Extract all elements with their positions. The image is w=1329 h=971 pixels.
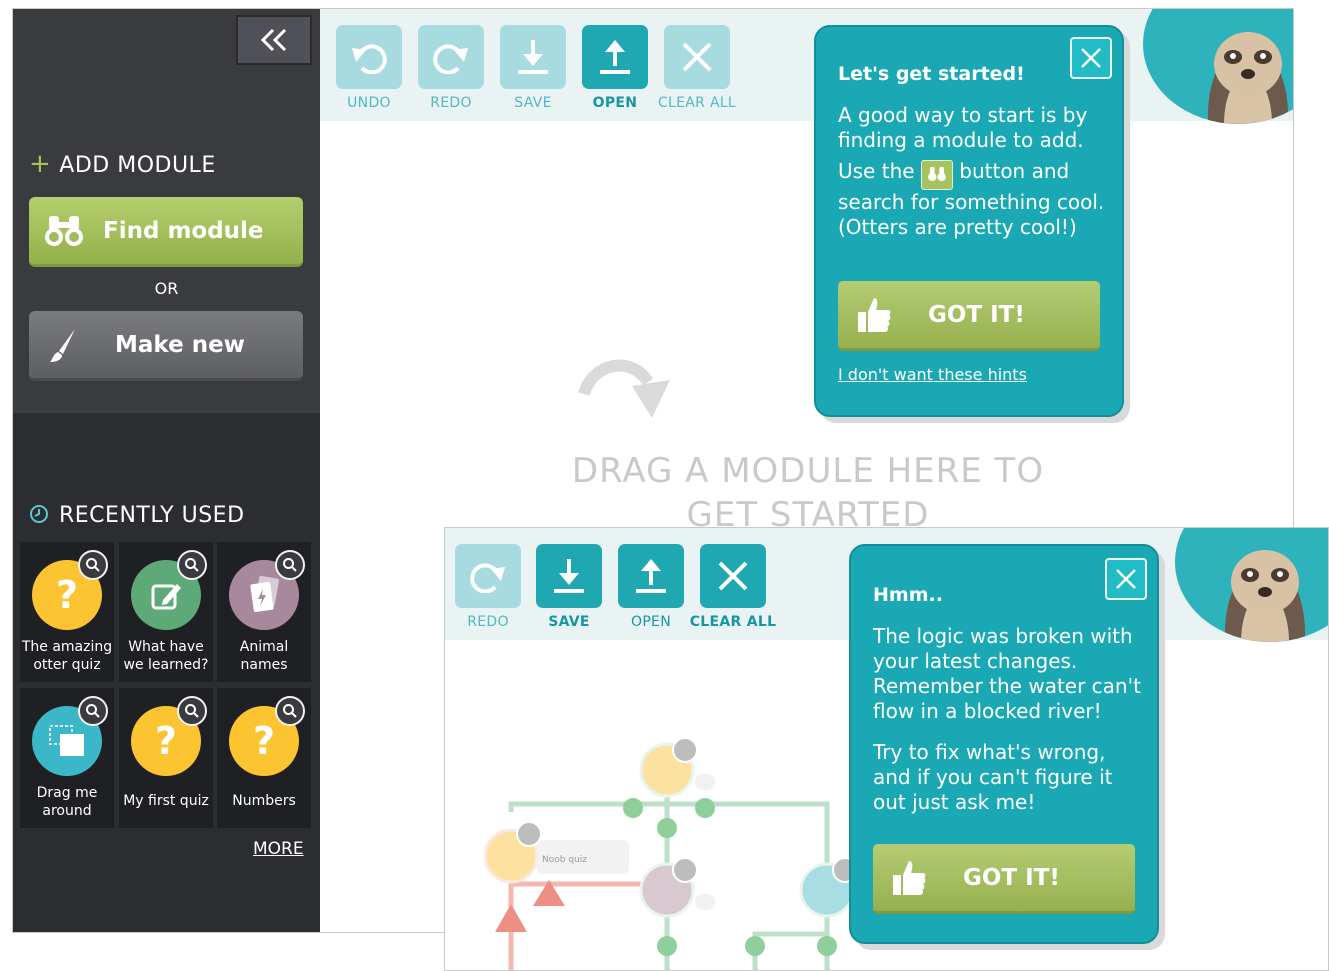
curved-arrow-icon [578,359,670,418]
recent-module-tile[interactable]: Drag me around [20,688,114,828]
dismiss-hints-link[interactable]: I don't want these hints [838,365,1027,384]
redo-label: REDO [430,95,472,111]
recently-used-heading: RECENTLY USED [29,503,245,528]
magnifier-icon[interactable] [275,550,305,580]
recent-module-tile[interactable]: ? The amazing otter quiz [20,542,114,682]
binoculars-icon [920,160,953,190]
open-button[interactable] [582,25,648,89]
magnifier-icon[interactable] [275,696,305,726]
add-module-heading: + ADD MODULE [29,149,216,179]
binoculars-icon [45,215,83,246]
redo-button[interactable] [418,25,484,89]
open-button[interactable] [618,544,684,608]
sidebar: + ADD MODULE Find module OR Make new REC… [13,9,320,932]
paintbrush-icon [50,328,75,362]
clear-all-label: CLEAR ALL [689,614,777,630]
thumbs-up-icon [893,860,926,895]
hint-title: Let's get started! [838,63,1025,85]
redo-icon [433,44,468,74]
recent-module-tile[interactable]: ? My first quiz [119,688,213,828]
clear-all-button[interactable] [700,544,766,608]
save-button[interactable] [500,25,566,89]
magnifier-icon[interactable] [177,696,207,726]
editor-window-secondary: REDO SAVE OPEN CLEAR ALL Noob quiz Hmm..… [444,527,1329,971]
recent-module-label: What have we learned? [123,639,209,673]
drop-zone-hint: DRAG A MODULE HERE TO GET STARTED [571,451,1045,535]
close-hint-button[interactable] [1070,37,1112,79]
thumbs-up-icon [858,297,891,332]
upload-icon [600,40,630,74]
or-label: OR [154,279,179,298]
save-label: SAVE [548,614,590,630]
more-link[interactable]: MORE [253,839,304,859]
clock-icon [30,505,48,523]
got-it-button[interactable]: GOT IT! [873,844,1135,914]
redo-button[interactable] [455,544,521,608]
hint-title: Hmm.. [873,584,943,606]
hint-popup: Let's get started! A good way to start i… [814,25,1124,417]
hint-popup: Hmm.. The logic was broken with your lat… [849,544,1159,944]
magnifier-icon[interactable] [78,550,108,580]
magnifier-icon[interactable] [177,550,207,580]
recent-module-label: Drag me around [36,785,98,819]
recent-module-label: Animal names [239,639,289,673]
logic-flow-diagram: Noob quiz [483,737,858,970]
make-new-label: Make new [115,331,245,358]
undo-label: UNDO [347,95,391,111]
recent-module-tile[interactable]: What have we learned? [119,542,213,682]
open-label: OPEN [592,95,638,111]
got-it-button[interactable]: GOT IT! [838,281,1100,351]
clear-all-button[interactable] [664,25,730,89]
recent-module-label: My first quiz [123,793,209,809]
magnifier-icon[interactable] [78,696,108,726]
save-button[interactable] [536,544,602,608]
close-hint-button[interactable] [1105,558,1147,600]
redo-icon [470,563,505,593]
collapse-sidebar-button[interactable] [236,15,312,65]
save-label: SAVE [514,95,552,111]
recent-module-label: The amazing otter quiz [21,639,113,673]
recent-module-label: Numbers [232,793,296,809]
find-module-label: Find module [103,217,264,244]
flow-node-label: Noob quiz [542,855,587,865]
make-new-button[interactable]: Make new [29,311,303,381]
close-icon [718,561,748,591]
hint-text: The logic was broken with your latest ch… [873,624,1141,723]
hint-text: Use the button and search for something … [838,159,1105,239]
redo-label: REDO [467,614,509,630]
close-icon [1116,569,1136,589]
warning-icon [495,880,565,932]
double-chevron-left-icon [260,28,287,52]
find-module-button[interactable]: Find module [29,197,303,267]
download-icon [554,559,584,593]
plus-icon: + [29,149,52,179]
hint-text: Try to fix what's wrong, and if you can'… [873,740,1113,814]
clear-all-label: CLEAR ALL [657,95,737,111]
hint-text: A good way to start is by finding a modu… [838,103,1088,152]
open-label: OPEN [631,614,671,630]
download-icon [518,40,548,74]
undo-icon [352,44,387,74]
undo-button[interactable] [336,25,402,89]
recent-module-tile[interactable]: Animal names [217,542,311,682]
upload-icon [636,559,666,593]
close-icon [1081,48,1101,68]
recent-module-tile[interactable]: ? Numbers [217,688,311,828]
close-icon [682,42,712,72]
